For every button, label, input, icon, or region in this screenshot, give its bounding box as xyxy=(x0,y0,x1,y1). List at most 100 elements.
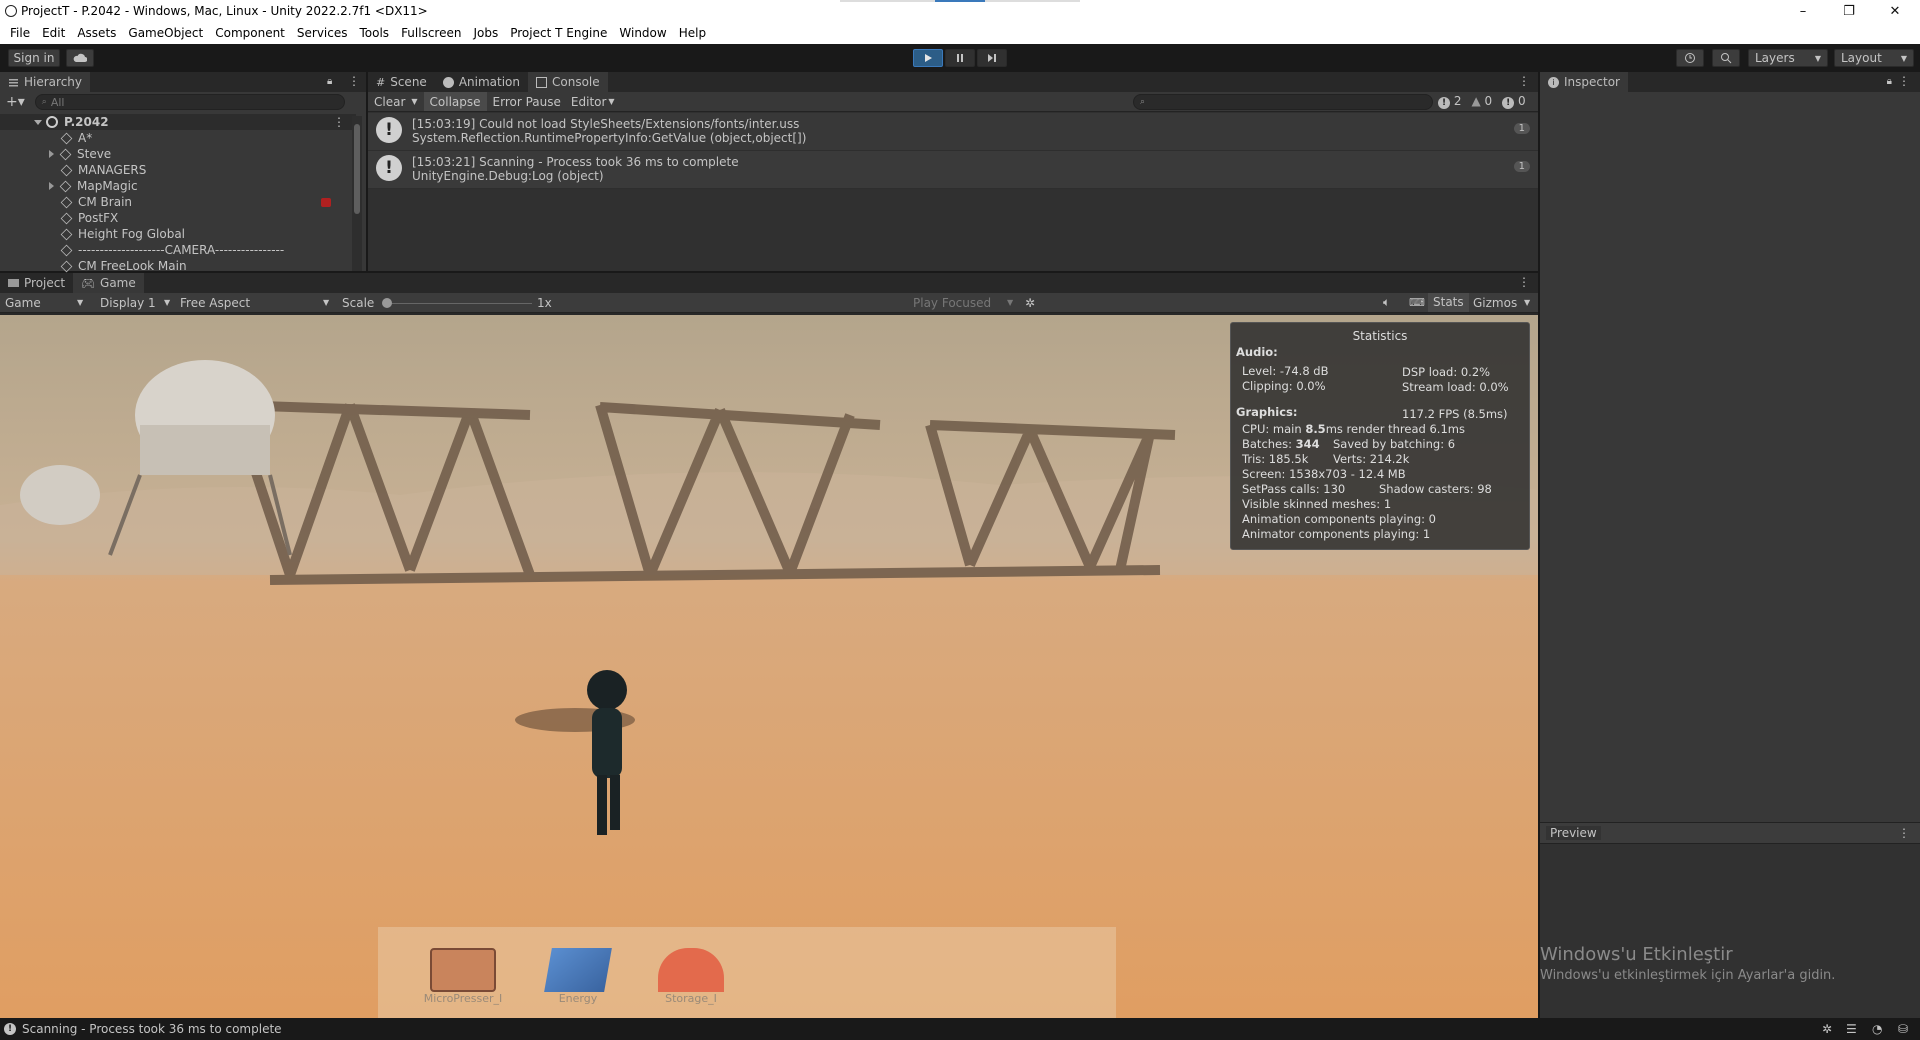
hierarchy-item[interactable]: Height Fog Global xyxy=(0,226,356,242)
build-item-energy[interactable]: Energy xyxy=(538,948,618,1005)
undo-history-button[interactable] xyxy=(1676,49,1704,67)
menu-tools[interactable]: Tools xyxy=(354,26,396,40)
tab-animation[interactable]: Animation xyxy=(435,72,528,92)
console-entry[interactable]: ! [15:03:19] Could not load StyleSheets/… xyxy=(368,113,1538,151)
fps-readout: 117.2 FPS (8.5ms) xyxy=(1402,407,1508,421)
cache-icon[interactable]: ⛁ xyxy=(1898,1022,1908,1036)
progress-icon[interactable]: ◔ xyxy=(1872,1022,1882,1036)
kebab-menu-icon[interactable]: ⋮ xyxy=(1518,275,1530,289)
tab-project[interactable]: Project xyxy=(0,273,73,293)
editor-dropdown[interactable]: Editor xyxy=(567,95,609,109)
display-dropdown[interactable]: Display 1 xyxy=(100,296,156,310)
kebab-menu-icon[interactable]: ⋮ xyxy=(333,115,345,129)
tab-game[interactable]: 🎮︎ Game xyxy=(73,273,144,293)
menu-bar: File Edit Assets GameObject Component Se… xyxy=(0,22,1920,44)
tab-console[interactable]: Console xyxy=(528,72,608,92)
menu-assets[interactable]: Assets xyxy=(71,26,122,40)
list-icon xyxy=(9,78,18,86)
gizmos-toggle[interactable]: Gizmos xyxy=(1473,296,1517,310)
lock-icon[interactable]: 🔒︎ xyxy=(1887,76,1892,87)
chevron-down-icon[interactable]: ▼ xyxy=(1524,298,1530,307)
menu-edit[interactable]: Edit xyxy=(36,26,71,40)
hierarchy-item[interactable]: CM FreeLook Main xyxy=(0,258,356,274)
build-item-micropresser[interactable]: MicroPresser_I xyxy=(423,948,503,1005)
info-icon: i xyxy=(1548,76,1559,88)
lock-icon[interactable]: 🔒︎ xyxy=(327,76,332,87)
layers-dropdown[interactable]: Layers ▼ xyxy=(1748,49,1828,67)
chevron-down-icon[interactable]: ▼ xyxy=(411,97,417,106)
hierarchy-item[interactable]: PostFX xyxy=(0,210,356,226)
hierarchy-item[interactable]: A* xyxy=(0,130,356,146)
info-icon: ! xyxy=(4,1023,16,1035)
expanded-arrow-icon[interactable] xyxy=(34,119,42,125)
game-viewport[interactable]: MicroPresser_I Energy Storage_I Statisti… xyxy=(0,315,1538,1018)
tab-hierarchy[interactable]: Hierarchy xyxy=(0,72,91,92)
aspect-dropdown[interactable]: Free Aspect xyxy=(180,296,250,310)
layout-dropdown[interactable]: Layout ▼ xyxy=(1834,49,1914,67)
speaker-icon[interactable]: 🔈︎ xyxy=(1383,295,1390,310)
stats-toggle[interactable]: Stats xyxy=(1428,293,1469,312)
menu-file[interactable]: File xyxy=(4,26,36,40)
scrollbar-thumb[interactable] xyxy=(354,124,360,214)
bug-icon[interactable]: ✲ xyxy=(1025,296,1035,310)
collapsed-arrow-icon[interactable] xyxy=(49,150,54,158)
stream-load: Stream load: 0.0% xyxy=(1402,380,1509,394)
scale-slider-thumb[interactable] xyxy=(382,298,392,308)
kebab-menu-icon[interactable]: ⋮ xyxy=(348,74,360,88)
warning-count-toggle[interactable]: ▲ 0 xyxy=(1471,94,1492,109)
hierarchy-item[interactable]: CM Brain xyxy=(0,194,356,210)
scene-root[interactable]: P.2042 ⋮ xyxy=(0,114,356,130)
scale-slider[interactable] xyxy=(384,303,532,304)
menu-gameobject[interactable]: GameObject xyxy=(122,26,209,40)
kebab-menu-icon[interactable]: ⋮ xyxy=(1898,826,1910,840)
search-button[interactable] xyxy=(1712,49,1740,67)
menu-component[interactable]: Component xyxy=(209,26,291,40)
status-message[interactable]: Scanning - Process took 36 ms to complet… xyxy=(22,1022,282,1036)
preview-header[interactable]: Preview ⋮ xyxy=(1540,822,1920,844)
pause-button[interactable] xyxy=(945,49,975,67)
play-focused-dropdown[interactable]: Play Focused xyxy=(913,296,991,310)
chevron-down-icon: ▼ xyxy=(164,298,171,307)
kebab-menu-icon[interactable]: ⋮ xyxy=(1898,74,1910,88)
hierarchy-item[interactable]: MapMagic xyxy=(0,178,356,194)
menu-services[interactable]: Services xyxy=(291,26,354,40)
info-count-toggle[interactable]: ! 2 xyxy=(1438,94,1461,109)
error-pause-toggle[interactable]: Error Pause xyxy=(487,95,567,109)
step-button[interactable] xyxy=(977,49,1007,67)
clear-button[interactable]: Clear xyxy=(368,95,411,109)
add-icon[interactable]: +▾ xyxy=(6,94,25,110)
kebab-menu-icon[interactable]: ⋮ xyxy=(1518,74,1530,88)
error-count-toggle[interactable]: ! 0 xyxy=(1502,94,1526,109)
close-button[interactable]: ✕ xyxy=(1872,0,1918,22)
game-view-dropdown[interactable]: Game xyxy=(5,296,41,310)
stack-icon[interactable]: ☰ xyxy=(1846,1022,1857,1036)
saved-batching: Saved by batching: 6 xyxy=(1333,437,1456,451)
build-item-storage[interactable]: Storage_I xyxy=(651,948,731,1005)
menu-project-t-engine[interactable]: Project T Engine xyxy=(504,26,613,40)
scene-tab-label: Scene xyxy=(390,75,427,89)
bug-icon[interactable]: ✲ xyxy=(1822,1022,1832,1036)
collapse-toggle[interactable]: Collapse xyxy=(423,92,487,111)
sign-in-button[interactable]: Sign in xyxy=(8,49,60,67)
minimize-button[interactable]: – xyxy=(1780,0,1826,22)
restore-button[interactable]: ❐ xyxy=(1826,0,1872,22)
menu-help[interactable]: Help xyxy=(673,26,712,40)
menu-fullscreen[interactable]: Fullscreen xyxy=(395,26,467,40)
hierarchy-item[interactable]: Steve xyxy=(0,146,356,162)
hierarchy-item[interactable]: MANAGERS xyxy=(0,162,356,178)
play-button[interactable] xyxy=(913,49,943,67)
tab-scene[interactable]: # Scene xyxy=(368,72,435,92)
menu-window[interactable]: Window xyxy=(613,26,672,40)
animation-icon xyxy=(442,76,454,88)
hierarchy-item[interactable]: --------------------CAMERA--------------… xyxy=(0,242,356,258)
tab-inspector[interactable]: i Inspector xyxy=(1540,72,1628,92)
console-entry[interactable]: ! [15:03:21] Scanning - Process took 36 … xyxy=(368,151,1538,189)
menu-jobs[interactable]: Jobs xyxy=(467,26,504,40)
cloud-button[interactable] xyxy=(66,49,94,67)
hierarchy-search-input[interactable]: ⌕ All xyxy=(34,94,345,110)
console-search-input[interactable]: ⌕ xyxy=(1133,94,1433,110)
hierarchy-scrollbar[interactable] xyxy=(352,116,362,271)
collapsed-arrow-icon[interactable] xyxy=(49,182,54,190)
preview-area xyxy=(1540,844,1920,1018)
keyboard-icon[interactable]: ⌨ xyxy=(1409,296,1425,309)
